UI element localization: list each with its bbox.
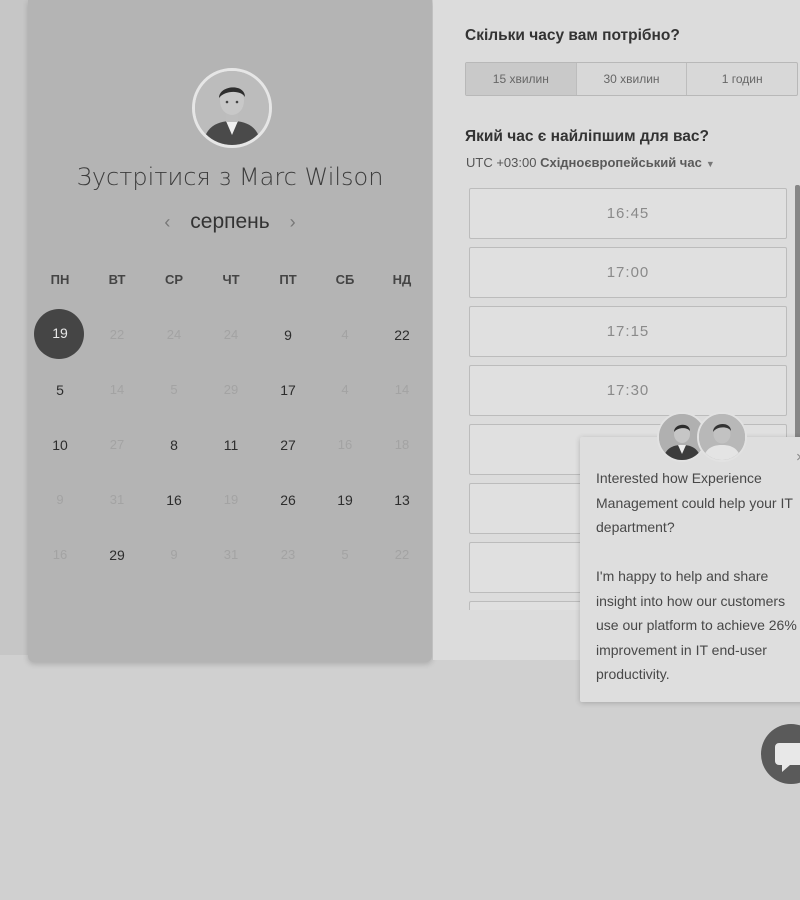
calendar-day: 9 bbox=[170, 547, 178, 562]
calendar-day: 5 bbox=[341, 547, 349, 562]
chat-icon bbox=[775, 743, 800, 772]
calendar-day: 24 bbox=[223, 327, 239, 342]
duration-option-30[interactable]: 30 хвилин bbox=[577, 63, 688, 95]
timezone-offset: UTC +03:00 bbox=[466, 155, 537, 170]
calendar-day[interactable]: 19 bbox=[40, 323, 80, 343]
calendar-day[interactable]: 5 bbox=[40, 380, 80, 400]
popup-message-1: Interested how Experience Management cou… bbox=[596, 470, 793, 535]
calendar-day[interactable]: 19 bbox=[325, 490, 365, 510]
calendar-day[interactable]: 13 bbox=[382, 490, 422, 510]
close-icon[interactable]: × bbox=[796, 449, 800, 466]
host-avatar bbox=[192, 68, 272, 148]
calendar-day: 22 bbox=[394, 547, 410, 562]
calendar-day[interactable]: 22 bbox=[382, 325, 422, 345]
calendar-day: 24 bbox=[166, 327, 182, 342]
calendar-day: 22 bbox=[109, 327, 125, 342]
time-slot[interactable]: 17:15 bbox=[469, 306, 787, 357]
chat-popup: × Interested how Experience Management c… bbox=[580, 437, 800, 702]
weekday-label: ЧТ bbox=[222, 272, 240, 287]
calendar-day: 4 bbox=[341, 382, 349, 397]
duration-option-15[interactable]: 15 хвилин bbox=[466, 63, 577, 95]
calendar-day: 23 bbox=[280, 547, 296, 562]
caret-down-icon: ▼ bbox=[705, 159, 715, 169]
calendar-day: 4 bbox=[341, 327, 349, 342]
time-slot[interactable]: 16:45 bbox=[469, 188, 787, 239]
calendar-day[interactable]: 27 bbox=[268, 435, 308, 455]
calendar-day: 31 bbox=[223, 547, 239, 562]
calendar-day: 19 bbox=[223, 492, 239, 507]
agent-avatar bbox=[697, 412, 747, 462]
chevron-right-icon[interactable]: › bbox=[290, 212, 296, 233]
calendar-day[interactable]: 16 bbox=[154, 490, 194, 510]
timezone-name: Східноєвропейський час bbox=[540, 155, 702, 170]
page-title: Зустрітися з Marc Wilson bbox=[76, 163, 384, 191]
weekday-label: ПТ bbox=[279, 272, 297, 287]
calendar-day[interactable]: 11 bbox=[211, 435, 251, 455]
time-slot[interactable]: 17:30 bbox=[469, 365, 787, 416]
time-slot[interactable]: 17:00 bbox=[469, 247, 787, 298]
duration-selector: 15 хвилин 30 хвилин 1 годин bbox=[465, 62, 798, 96]
calendar-day: 14 bbox=[109, 382, 125, 397]
calendar-day[interactable]: 8 bbox=[154, 435, 194, 455]
weekday-label: НД bbox=[392, 272, 412, 287]
calendar-day: 5 bbox=[170, 382, 178, 397]
calendar-day[interactable]: 10 bbox=[40, 435, 80, 455]
calendar-day: 31 bbox=[109, 492, 125, 507]
chevron-left-icon[interactable]: ‹ bbox=[164, 212, 170, 233]
calendar-day: 9 bbox=[56, 492, 64, 507]
calendar-day[interactable]: 9 bbox=[268, 325, 308, 345]
weekday-label: СБ bbox=[335, 272, 355, 287]
month-navigation: ‹ серпень › bbox=[28, 210, 432, 234]
popup-message-2: I'm happy to help and share insight into… bbox=[596, 568, 797, 682]
chat-launcher-button[interactable] bbox=[761, 724, 800, 784]
weekday-label: ПН bbox=[50, 272, 70, 287]
calendar-day[interactable]: 29 bbox=[97, 545, 137, 565]
time-question: Який час є найліпшим для вас? bbox=[465, 128, 709, 145]
calendar-day[interactable]: 26 bbox=[268, 490, 308, 510]
left-background-strip bbox=[0, 0, 28, 655]
calendar-day[interactable]: 17 bbox=[268, 380, 308, 400]
weekday-label: СР bbox=[164, 272, 184, 287]
calendar-panel: Зустрітися з Marc Wilson ‹ серпень › ПН … bbox=[28, 0, 432, 662]
calendar-day: 16 bbox=[52, 547, 68, 562]
duration-question: Скільки часу вам потрібно? bbox=[465, 27, 680, 44]
timezone-selector[interactable]: UTC +03:00 Східноєвропейський час ▼ bbox=[466, 155, 715, 170]
calendar-day: 14 bbox=[394, 382, 410, 397]
calendar-day: 29 bbox=[223, 382, 239, 397]
duration-option-60[interactable]: 1 годин bbox=[687, 63, 797, 95]
calendar-day: 18 bbox=[394, 437, 410, 452]
calendar-day: 27 bbox=[109, 437, 125, 452]
month-label: серпень bbox=[190, 210, 270, 233]
calendar-day: 16 bbox=[337, 437, 353, 452]
weekday-label: ВТ bbox=[108, 272, 126, 287]
